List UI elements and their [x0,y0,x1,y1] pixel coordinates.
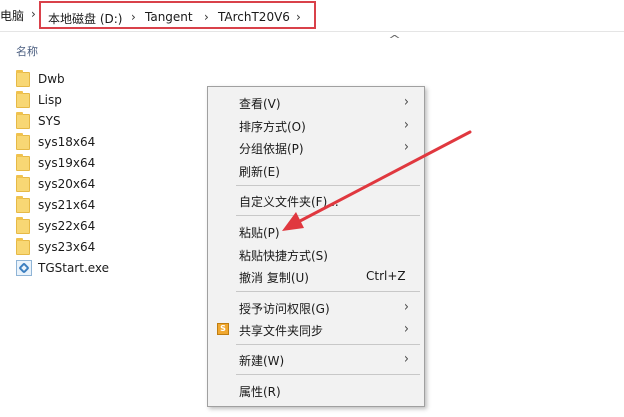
menu-item-label: 共享文件夹同步 [239,324,324,338]
folder-icon [16,216,30,234]
chevron-right-icon[interactable]: › [131,10,136,24]
menu-item-refresh[interactable]: 刷新(E) [208,159,424,181]
chevron-right-icon: › [404,92,409,110]
list-item[interactable]: sys18x64 [16,132,196,152]
context-menu: 查看(V) › 排序方式(O) › 分组依据(P) › 刷新(E) 自定义文件夹… [207,86,425,407]
chevron-right-icon: › [404,297,409,315]
file-name: sys23x64 [38,240,96,254]
menu-item-label: 授予访问权限(G) [239,302,330,316]
chevron-right-icon[interactable]: › [31,7,36,21]
menu-item-label: 刷新(E) [239,165,280,179]
file-name: TGStart.exe [38,261,110,275]
chevron-right-icon: › [404,319,409,337]
menu-item-label: 新建(W) [239,354,285,368]
folder-icon [16,132,30,150]
folder-icon [16,237,30,255]
menu-item-group[interactable]: 分组依据(P) › [208,136,424,158]
folder-icon [16,111,30,129]
column-header-name[interactable]: 名称 [16,43,38,59]
menu-item-customize-folder[interactable]: 自定义文件夹(F)... [208,189,424,211]
file-name: SYS [38,114,61,128]
file-name: Lisp [38,93,62,107]
folder-icon [16,90,30,108]
list-item[interactable]: sys23x64 [16,237,196,257]
chevron-right-icon: › [404,137,409,155]
menu-item-label: 查看(V) [239,97,281,111]
menu-item-label: 排序方式(O) [239,120,306,134]
breadcrumb-tarcht20v6[interactable]: TArchT20V6 [218,10,290,24]
chevron-right-icon: › [404,349,409,367]
list-item[interactable]: SYS [16,111,196,131]
menu-item-undo-copy[interactable]: 撤消 复制(U) Ctrl+Z [208,265,424,287]
menu-item-label: 粘贴快捷方式(S) [239,249,328,263]
menu-separator [236,185,420,186]
menu-item-label: 粘贴(P) [239,226,280,240]
list-item[interactable]: sys20x64 [16,174,196,194]
menu-item-label: 属性(R) [239,385,281,399]
address-bar[interactable]: 电脑 › 本地磁盘 (D:) › Tangent › TArchT20V6 › [0,0,624,32]
chevron-right-icon[interactable]: › [204,10,209,24]
menu-separator [236,291,420,292]
list-item[interactable]: Lisp [16,90,196,110]
file-name: sys19x64 [38,156,96,170]
menu-separator [236,215,420,216]
breadcrumb-highlight-box: 本地磁盘 (D:) › Tangent › TArchT20V6 › [39,1,316,29]
breadcrumb-this-pc[interactable]: 电脑 [0,7,24,24]
file-name: sys20x64 [38,177,96,191]
application-icon [16,260,32,276]
breadcrumb-tangent[interactable]: Tangent [145,10,193,24]
file-name: sys21x64 [38,198,96,212]
menu-item-label: 分组依据(P) [239,142,304,156]
menu-item-shared-folder-sync[interactable]: S 共享文件夹同步 › [208,318,424,340]
menu-item-label: 自定义文件夹(F)... [239,195,339,209]
chevron-right-icon: › [404,115,409,133]
list-item[interactable]: sys22x64 [16,216,196,236]
menu-item-new[interactable]: 新建(W) › [208,348,424,370]
sync-icon: S [217,323,229,335]
chevron-right-icon[interactable]: › [296,10,301,24]
menu-item-grant-access[interactable]: 授予访问权限(G) › [208,296,424,318]
menu-separator [236,344,420,345]
keyboard-shortcut: Ctrl+Z [366,269,406,283]
folder-icon [16,69,30,87]
menu-item-properties[interactable]: 属性(R) [208,379,424,401]
file-name: sys22x64 [38,219,96,233]
breadcrumb-drive-d[interactable]: 本地磁盘 (D:) [48,10,122,27]
menu-item-sort[interactable]: 排序方式(O) › [208,114,424,136]
folder-icon [16,153,30,171]
list-item[interactable]: sys19x64 [16,153,196,173]
list-item[interactable]: TGStart.exe [16,258,196,278]
list-item[interactable]: Dwb [16,69,196,89]
menu-item-paste-shortcut[interactable]: 粘贴快捷方式(S) [208,243,424,265]
list-item[interactable]: sys21x64 [16,195,196,215]
file-name: sys18x64 [38,135,96,149]
folder-icon [16,174,30,192]
menu-item-label: 撤消 复制(U) [239,271,309,285]
sort-chevron-up-icon: ^ [388,33,402,46]
menu-item-view[interactable]: 查看(V) › [208,91,424,113]
file-name: Dwb [38,72,65,86]
folder-icon [16,195,30,213]
menu-separator [236,374,420,375]
menu-item-paste[interactable]: 粘贴(P) [208,220,424,242]
